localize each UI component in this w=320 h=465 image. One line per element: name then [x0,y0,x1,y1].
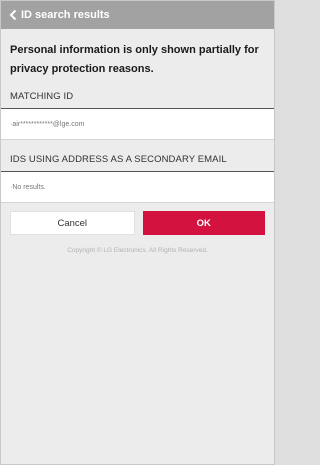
button-row: Cancel OK [10,211,265,235]
copyright-text: Copyright © LG Electronics. All Rights R… [67,247,208,254]
matching-id-box: ·air************@lge.com [1,108,274,140]
secondary-email-box: ·No results. [1,171,274,203]
matching-id-value: ·air************@lge.com [10,120,85,128]
secondary-email-label: IDS USING ADDRESS AS A SECONDARY EMAIL [10,154,227,165]
ok-button[interactable]: OK [142,211,265,235]
page-title: ID search results [21,9,110,21]
cancel-button[interactable]: Cancel [10,211,135,235]
chevron-left-icon[interactable] [9,8,19,22]
screen: ID search results Personal information i… [0,0,275,465]
secondary-email-value: ·No results. [10,183,46,191]
matching-id-label: MATCHING ID [10,91,74,102]
header-bar: ID search results [1,1,274,29]
privacy-notice: Personal information is only shown parti… [10,44,259,75]
